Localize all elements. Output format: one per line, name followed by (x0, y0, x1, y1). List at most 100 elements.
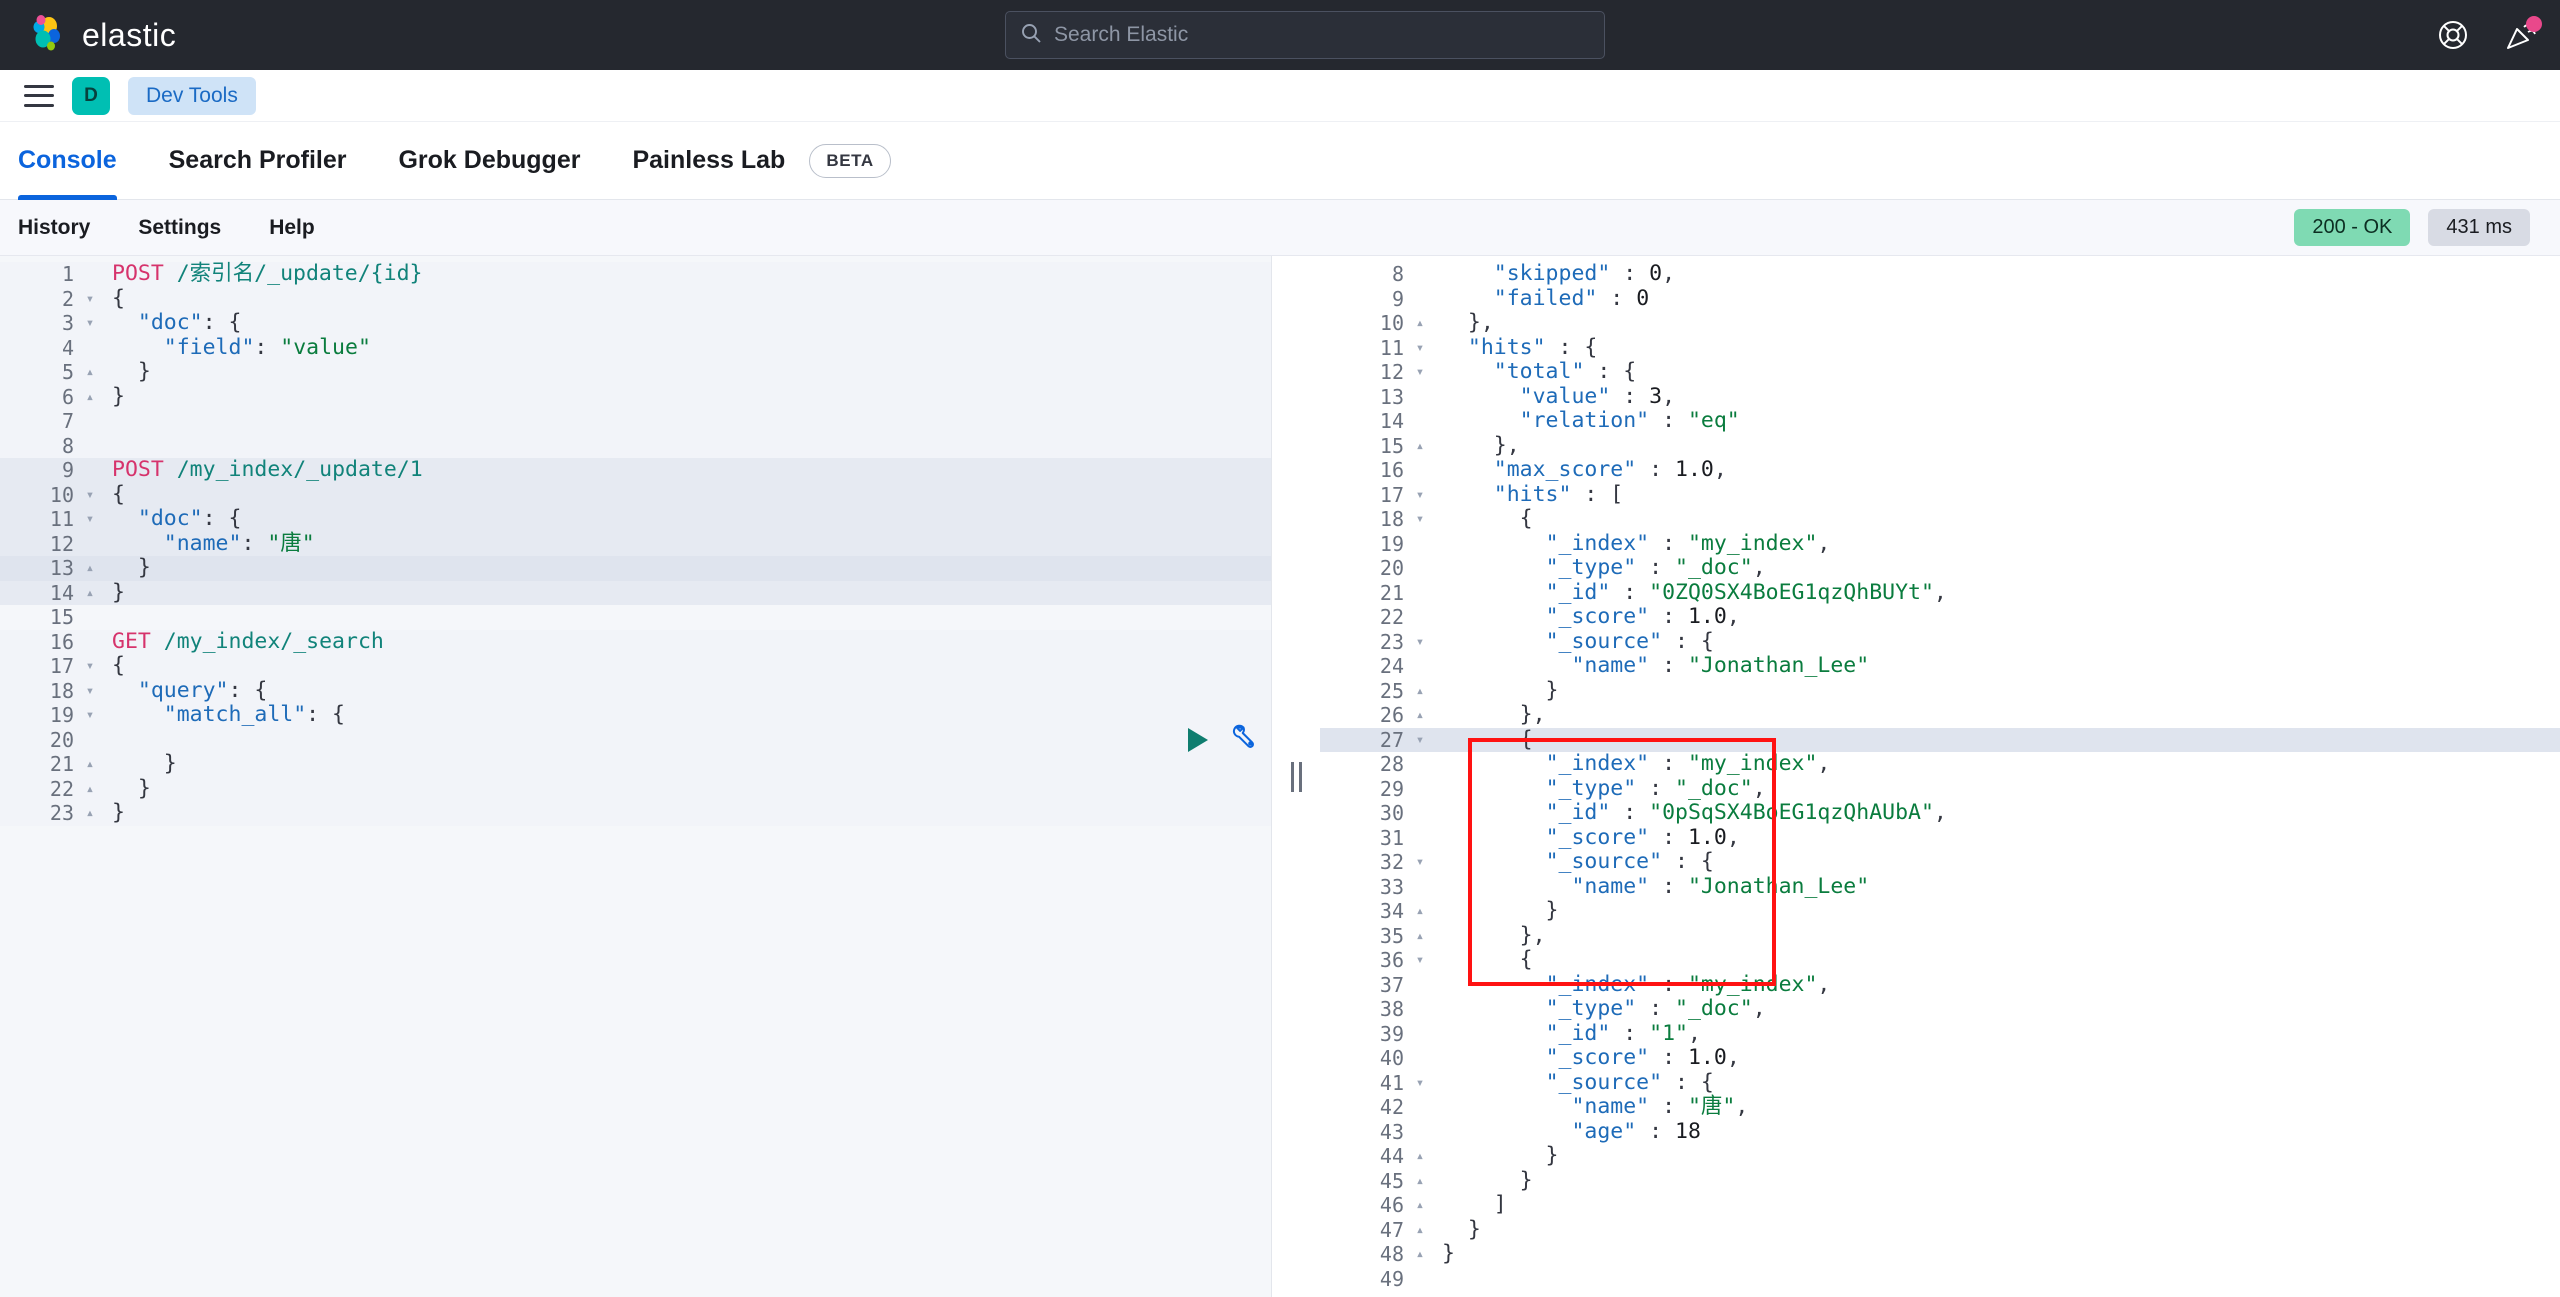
editor-line[interactable]: 37 "_index" : "my_index", (1320, 972, 2560, 998)
editor-line[interactable]: 11 ▾ "hits" : { (1320, 335, 2560, 361)
editor-line[interactable]: 8 "skipped" : 0, (1320, 261, 2560, 287)
splitter-grip-icon[interactable] (1290, 761, 1302, 792)
fold-toggle-icon[interactable]: ▴ (1408, 703, 1432, 728)
party-popper-announcements-icon[interactable] (2504, 16, 2542, 52)
fold-toggle-icon[interactable]: ▴ (78, 777, 102, 802)
fold-toggle-icon[interactable]: ▾ (78, 654, 102, 679)
editor-line[interactable]: 36 ▾ { (1320, 947, 2560, 973)
fold-toggle-icon[interactable]: ▴ (1408, 1242, 1432, 1267)
play-run-request-icon[interactable] (1188, 727, 1208, 752)
fold-toggle-icon[interactable]: ▾ (1408, 1071, 1432, 1096)
editor-line[interactable]: 34 ▴ } (1320, 898, 2560, 924)
editor-line[interactable]: 5 ▴ } (0, 359, 1271, 385)
editor-line[interactable]: 40 "_score" : 1.0, (1320, 1045, 2560, 1071)
editor-line[interactable]: 29 "_type" : "_doc", (1320, 776, 2560, 802)
fold-toggle-icon[interactable]: ▴ (1408, 679, 1432, 704)
editor-line[interactable]: 32 ▾ "_source" : { (1320, 849, 2560, 875)
editor-line[interactable]: 19 "_index" : "my_index", (1320, 531, 2560, 557)
fold-toggle-icon[interactable]: ▴ (1408, 1193, 1432, 1218)
editor-line[interactable]: 20 (0, 727, 1271, 752)
editor-line[interactable]: 13 ▴ } (0, 555, 1271, 581)
editor-line[interactable]: 15 ▴ }, (1320, 433, 2560, 459)
breadcrumb-item-dev-tools[interactable]: Dev Tools (128, 76, 256, 115)
fold-toggle-icon[interactable]: ▴ (78, 581, 102, 606)
editor-line[interactable]: 15 (0, 605, 1271, 630)
editor-line[interactable]: 1 POST /索引名/_update/{id} (0, 261, 1271, 287)
request-editor-lines[interactable]: 1 POST /索引名/_update/{id} 2 ▾{3 ▾ "doc": {4 "… (0, 256, 1271, 826)
fold-toggle-icon[interactable]: ▴ (1408, 1144, 1432, 1169)
editor-line[interactable]: 7 (0, 409, 1271, 434)
editor-line[interactable]: 14 "relation" : "eq" (1320, 408, 2560, 434)
editor-line[interactable]: 19 ▾ "match_all": { (0, 702, 1271, 728)
fold-toggle-icon[interactable]: ▴ (1408, 434, 1432, 459)
editor-line[interactable]: 31 "_score" : 1.0, (1320, 825, 2560, 851)
fold-toggle-icon[interactable]: ▴ (1408, 311, 1432, 336)
editor-line[interactable]: 4 "field": "value" (0, 335, 1271, 360)
editor-line[interactable]: 44 ▴ } (1320, 1143, 2560, 1169)
help-button[interactable]: Help (269, 216, 315, 240)
tab-console[interactable]: Console (18, 122, 117, 200)
editor-line[interactable]: 26 ▴ }, (1320, 702, 2560, 728)
fold-toggle-icon[interactable]: ▾ (78, 703, 102, 728)
editor-line[interactable]: 30 "_id" : "0pSqSX4BoEG1qzQhAUbA", (1320, 800, 2560, 826)
fold-toggle-icon[interactable]: ▴ (78, 385, 102, 410)
editor-line[interactable]: 10 ▴ }, (1320, 310, 2560, 336)
wrench-open-documentation-icon[interactable] (1230, 722, 1260, 757)
editor-line[interactable]: 12 ▾ "total" : { (1320, 359, 2560, 385)
request-editor-pane[interactable]: 1 POST /索引名/_update/{id} 2 ▾{3 ▾ "doc": {4 "… (0, 256, 1272, 1297)
fold-toggle-icon[interactable]: ▾ (78, 483, 102, 508)
editor-line[interactable]: 22 ▴ } (0, 776, 1271, 802)
editor-line[interactable]: 48 ▴} (1320, 1241, 2560, 1267)
editor-line[interactable]: 24 "name" : "Jonathan_Lee" (1320, 653, 2560, 679)
editor-line[interactable]: 42 "name" : "唐", (1320, 1094, 2560, 1120)
editor-line[interactable]: 27 ▾ { (1320, 727, 2560, 752)
fold-toggle-icon[interactable]: ▴ (1408, 1218, 1432, 1243)
editor-line[interactable]: 10 ▾ { (0, 482, 1271, 508)
tab-search-profiler[interactable]: Search Profiler (169, 122, 347, 200)
editor-line[interactable]: 25 ▴ } (1320, 678, 2560, 704)
editor-line[interactable]: 41 ▾ "_source" : { (1320, 1070, 2560, 1096)
response-editor-pane[interactable]: 8 "skipped" : 0, 9 "failed" : 0 10 ▴ }, 11 ▾ … (1320, 256, 2560, 1297)
global-search-input[interactable]: Search Elastic (1005, 11, 1605, 59)
fold-toggle-icon[interactable]: ▾ (78, 287, 102, 312)
fold-toggle-icon[interactable]: ▾ (1408, 483, 1432, 508)
editor-line[interactable]: 16 "max_score" : 1.0, (1320, 457, 2560, 483)
fold-toggle-icon[interactable]: ▴ (78, 801, 102, 826)
editor-line[interactable]: 23 ▴} (0, 800, 1271, 826)
response-editor-lines[interactable]: 8 "skipped" : 0, 9 "failed" : 0 10 ▴ }, 11 ▾ … (1320, 256, 2560, 1291)
editor-line[interactable]: 23 ▾ "_source" : { (1320, 629, 2560, 655)
editor-line[interactable]: 38 "_type" : "_doc", (1320, 996, 2560, 1022)
editor-line[interactable]: 9 "failed" : 0 (1320, 286, 2560, 312)
editor-line[interactable]: 18 ▾ "query": { (0, 678, 1271, 703)
fold-toggle-icon[interactable]: ▾ (1408, 360, 1432, 385)
fold-toggle-icon[interactable]: ▾ (1408, 630, 1432, 655)
tab-grok-debugger[interactable]: Grok Debugger (398, 122, 580, 200)
fold-toggle-icon[interactable]: ▴ (1408, 924, 1432, 949)
fold-toggle-icon[interactable]: ▴ (1408, 899, 1432, 924)
editor-line[interactable]: 14 ▴} (0, 580, 1271, 606)
editor-line[interactable]: 46 ▴ ] (1320, 1192, 2560, 1218)
editor-line[interactable]: 21 "_id" : "0ZQ0SX4BoEG1qzQhBUYt", (1320, 580, 2560, 606)
fold-toggle-icon[interactable]: ▴ (78, 752, 102, 777)
pane-splitter[interactable] (1272, 256, 1320, 1297)
editor-line[interactable]: 43 "age" : 18 (1320, 1119, 2560, 1145)
editor-line[interactable]: 12 "name": "唐" (0, 531, 1271, 556)
fold-toggle-icon[interactable]: ▾ (1408, 336, 1432, 361)
editor-line[interactable]: 13 "value" : 3, (1320, 384, 2560, 410)
editor-line[interactable]: 21 ▴ } (0, 751, 1271, 777)
fold-toggle-icon[interactable]: ▾ (1408, 507, 1432, 532)
editor-line[interactable]: 20 "_type" : "_doc", (1320, 555, 2560, 581)
editor-line[interactable]: 9 POST /my_index/_update/1 (0, 457, 1271, 483)
fold-toggle-icon[interactable]: ▴ (1408, 1169, 1432, 1194)
lifebuoy-help-icon[interactable] (2436, 18, 2470, 52)
fold-toggle-icon[interactable]: ▾ (78, 311, 102, 336)
editor-line[interactable]: 28 "_index" : "my_index", (1320, 751, 2560, 777)
editor-line[interactable]: 33 "name" : "Jonathan_Lee" (1320, 874, 2560, 900)
editor-line[interactable]: 3 ▾ "doc": { (0, 310, 1271, 336)
editor-line[interactable]: 8 (0, 433, 1271, 458)
space-avatar[interactable]: D (72, 76, 110, 115)
fold-toggle-icon[interactable]: ▾ (1408, 948, 1432, 973)
editor-line[interactable]: 22 "_score" : 1.0, (1320, 604, 2560, 630)
editor-line[interactable]: 11 ▾ "doc": { (0, 506, 1271, 532)
history-button[interactable]: History (18, 216, 90, 240)
